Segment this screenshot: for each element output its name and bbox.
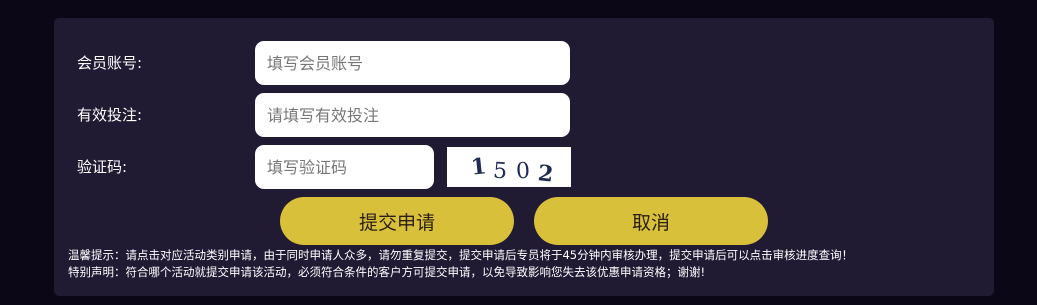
submit-button[interactable]: 提交申请 bbox=[280, 197, 514, 245]
captcha-input[interactable] bbox=[255, 145, 434, 189]
cancel-button[interactable]: 取消 bbox=[534, 197, 768, 245]
captcha-label: 验证码: bbox=[77, 158, 128, 176]
captcha-digit: 5 bbox=[492, 158, 508, 185]
captcha-digit: 2 bbox=[536, 160, 555, 188]
valid-bet-input[interactable] bbox=[255, 93, 570, 137]
statement-notice: 特别声明：符合哪个活动就提交申请该活动，必须符合条件的客户方可提交申请，以免导致… bbox=[68, 265, 706, 279]
tip-notice: 温馨提示：请点击对应活动类别申请，由于同时申请人众多，请勿重复提交，提交申请后专… bbox=[68, 248, 854, 262]
member-account-input[interactable] bbox=[255, 41, 570, 85]
captcha-image[interactable]: 1 5 0 2 bbox=[447, 147, 571, 188]
valid-bet-label: 有效投注: bbox=[77, 106, 143, 124]
captcha-digit: 0 bbox=[515, 158, 531, 185]
member-account-label: 会员账号: bbox=[77, 54, 143, 72]
captcha-digit: 1 bbox=[469, 153, 488, 181]
